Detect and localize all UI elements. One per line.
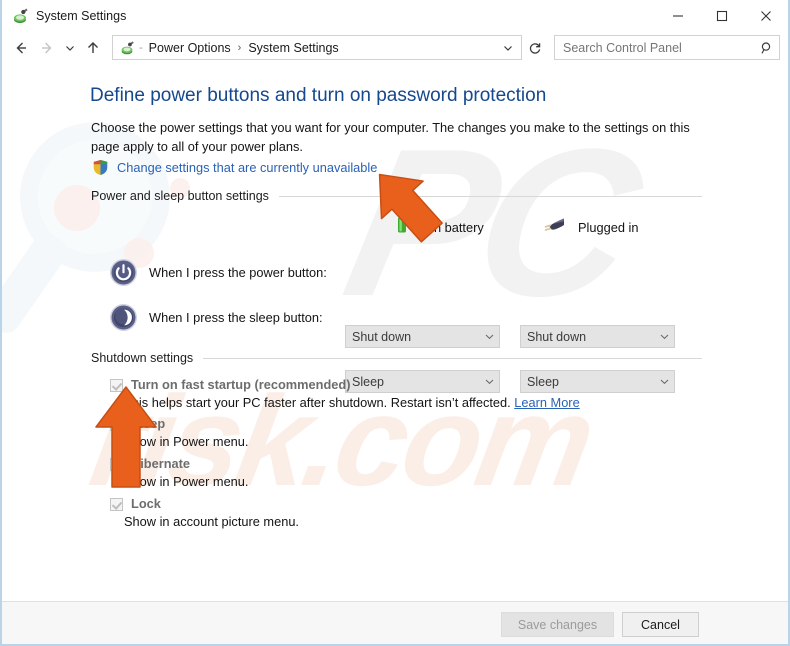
checkbox-row-hibernate[interactable]: Hibernate <box>110 456 190 471</box>
breadcrumb-item-power-options[interactable]: Power Options <box>148 41 232 55</box>
row-sleep-button-label: When I press the sleep button: <box>149 310 323 325</box>
power-section-header: Power and sleep button settings <box>91 189 702 203</box>
checkbox-sleep[interactable] <box>110 418 123 431</box>
chevron-down-icon[interactable] <box>479 376 499 387</box>
hibernate-description: Show in Power menu. <box>124 474 249 489</box>
change-settings-link-row[interactable]: Change settings that are currently unava… <box>92 159 377 176</box>
column-header-plugged-in: Plugged in <box>542 214 638 241</box>
search-icon[interactable] <box>759 41 775 55</box>
window-title: System Settings <box>36 8 127 23</box>
chevron-down-icon[interactable] <box>654 331 674 342</box>
title-bar: System Settings <box>2 0 788 31</box>
forward-arrow-icon[interactable] <box>34 35 60 61</box>
checkbox-hibernate[interactable] <box>110 458 123 471</box>
column-header-on-battery-label: On battery <box>424 220 484 235</box>
uac-shield-icon <box>92 159 109 176</box>
dropdown-power-button-plugged-in-value: Shut down <box>527 329 587 344</box>
system-settings-window: PC risk.com System Settings - Power Opti… <box>0 0 790 646</box>
address-bar: - Power Options › System Settings Search… <box>2 31 788 64</box>
refresh-icon[interactable] <box>524 36 546 59</box>
fast-startup-description: This helps start your PC faster after sh… <box>124 395 580 410</box>
dropdown-power-button-on-battery-value: Shut down <box>352 329 412 344</box>
dropdown-sleep-button-plugged-in-value: Sleep <box>527 374 559 389</box>
shutdown-section-title: Shutdown settings <box>91 351 194 365</box>
dropdown-sleep-button-on-battery-value: Sleep <box>352 374 384 389</box>
power-options-icon <box>11 7 29 25</box>
breadcrumb-chevron-down-icon[interactable] <box>499 42 517 54</box>
change-settings-link-label[interactable]: Change settings that are currently unava… <box>117 160 377 175</box>
sleep-button-icon <box>109 303 138 332</box>
column-header-on-battery: On battery <box>390 214 484 241</box>
maximize-icon[interactable] <box>700 0 744 31</box>
window-controls <box>656 0 788 31</box>
main-content: Define power buttons and turn on passwor… <box>2 64 788 644</box>
power-button-icon <box>109 258 138 287</box>
recent-locations-chevron-down-icon[interactable] <box>60 35 80 61</box>
power-section-title: Power and sleep button settings <box>91 189 269 203</box>
checkbox-row-fast-startup[interactable]: Turn on fast startup (recommended) <box>110 377 350 392</box>
checkbox-lock-label: Lock <box>131 496 161 511</box>
divider <box>278 195 702 197</box>
back-arrow-icon[interactable] <box>8 35 34 61</box>
shutdown-section-header: Shutdown settings <box>91 351 702 365</box>
page-description: Choose the power settings that you want … <box>91 120 690 154</box>
dropdown-power-button-on-battery[interactable]: Shut down <box>345 325 500 348</box>
up-arrow-icon[interactable] <box>80 35 106 61</box>
checkbox-lock[interactable] <box>110 498 123 511</box>
lock-description: Show in account picture menu. <box>124 514 299 529</box>
checkbox-fast-startup-label: Turn on fast startup (recommended) <box>131 377 351 392</box>
row-power-button-label: When I press the power button: <box>149 265 327 280</box>
power-options-icon <box>119 40 135 56</box>
close-icon[interactable] <box>744 0 788 31</box>
fast-startup-description-text: This helps start your PC faster after sh… <box>124 395 515 410</box>
breadcrumb-chevron-right-icon[interactable]: › <box>238 42 242 54</box>
row-sleep-button: When I press the sleep button: <box>109 303 323 332</box>
row-power-button: When I press the power button: <box>109 258 327 287</box>
page-title: Define power buttons and turn on passwor… <box>90 85 547 106</box>
power-plug-icon <box>542 214 568 241</box>
breadcrumb-item-system-settings[interactable]: System Settings <box>247 41 339 55</box>
search-placeholder: Search Control Panel <box>563 40 682 55</box>
checkbox-fast-startup[interactable] <box>110 379 123 392</box>
footer-bar: Save changes Cancel <box>2 602 788 644</box>
learn-more-link[interactable]: Learn More <box>514 395 579 410</box>
checkbox-hibernate-label: Hibernate <box>131 456 191 471</box>
dropdown-sleep-button-plugged-in[interactable]: Sleep <box>520 370 675 393</box>
checkbox-row-sleep[interactable]: Sleep <box>110 416 165 431</box>
chevron-down-icon[interactable] <box>654 376 674 387</box>
dropdown-power-button-plugged-in[interactable]: Shut down <box>520 325 675 348</box>
checkbox-sleep-label: Sleep <box>131 416 166 431</box>
divider <box>203 357 702 359</box>
battery-icon <box>390 214 414 241</box>
cancel-button[interactable]: Cancel <box>622 612 699 637</box>
checkbox-row-lock[interactable]: Lock <box>110 496 161 511</box>
minimize-icon[interactable] <box>656 0 700 31</box>
dropdown-sleep-button-on-battery[interactable]: Sleep <box>345 370 500 393</box>
breadcrumb[interactable]: - Power Options › System Settings <box>112 35 522 60</box>
sleep-description: Show in Power menu. <box>124 434 249 449</box>
save-changes-button[interactable]: Save changes <box>501 612 614 637</box>
breadcrumb-dash: - <box>139 41 143 54</box>
search-input[interactable]: Search Control Panel <box>554 35 780 60</box>
column-header-plugged-in-label: Plugged in <box>578 220 639 235</box>
chevron-down-icon[interactable] <box>479 331 499 342</box>
